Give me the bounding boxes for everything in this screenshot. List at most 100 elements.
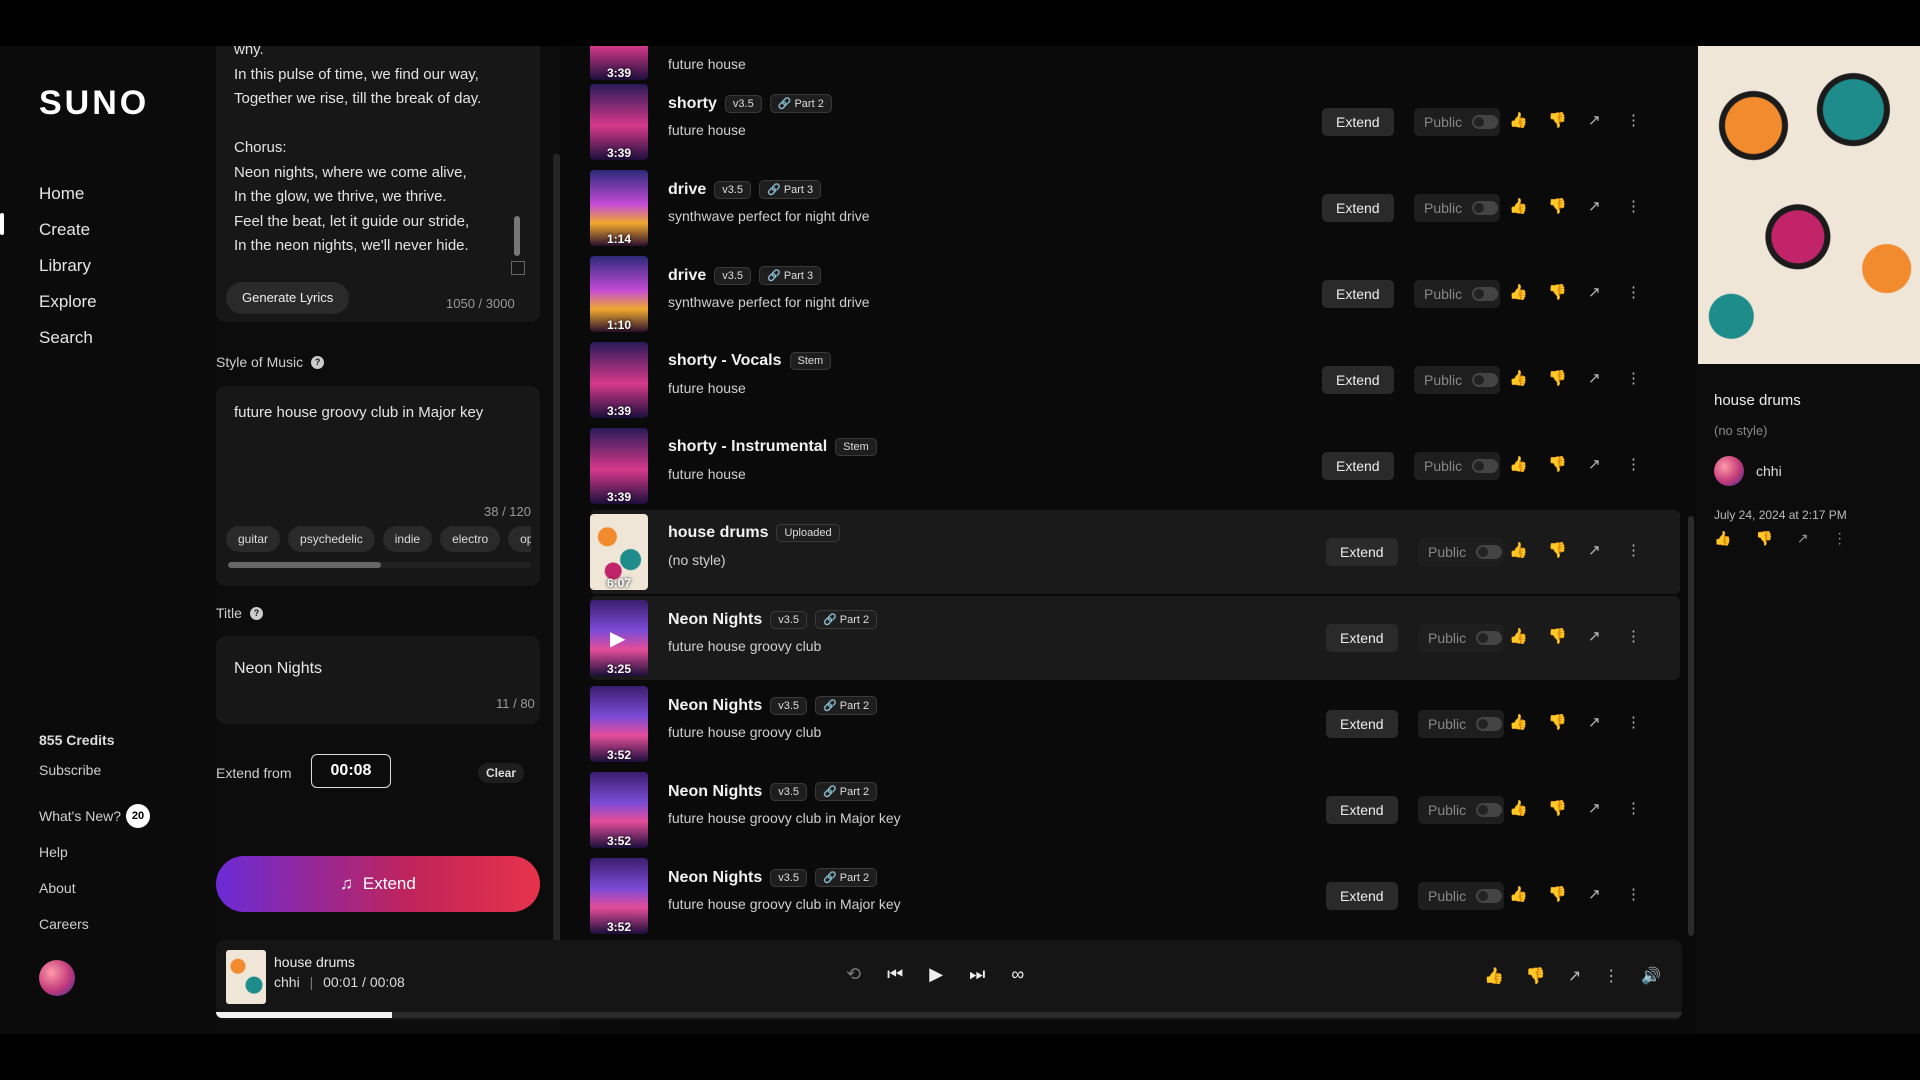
share-icon[interactable]: ↗ <box>1588 111 1601 129</box>
song-row[interactable]: 6:07 house drums Uploaded (no style) Extend P… <box>590 510 1680 594</box>
song-title[interactable]: Neon Nights <box>668 783 762 801</box>
toggle-switch[interactable] <box>1472 201 1499 215</box>
user-avatar[interactable] <box>39 960 75 996</box>
song-cover[interactable]: 3:52 <box>590 686 648 762</box>
song-cover[interactable]: 3:52 <box>590 858 648 934</box>
public-toggle[interactable]: Public <box>1418 882 1504 910</box>
style-tag[interactable]: guitar <box>226 526 281 552</box>
share-icon[interactable]: ↗ <box>1797 530 1809 547</box>
thumbs-up-icon[interactable]: 👍 <box>1509 885 1528 903</box>
public-toggle[interactable]: Public <box>1414 280 1500 308</box>
thumbs-down-icon[interactable]: 👎 <box>1548 369 1567 387</box>
song-row[interactable]: 3:39 shorty v3.5 🔗 Part 2 future house Extend… <box>590 80 1680 164</box>
thumbs-down-icon[interactable]: 👎 <box>1526 966 1546 986</box>
thumbs-down-icon[interactable]: 👎 <box>1548 283 1567 301</box>
more-options-icon[interactable]: ⋮ <box>1626 627 1641 645</box>
share-icon[interactable]: ↗ <box>1588 799 1601 817</box>
song-row[interactable]: 1:10 drive v3.5 🔗 Part 3 synthwave perfect f… <box>590 252 1680 336</box>
thumbs-down-icon[interactable]: 👎 <box>1548 197 1567 215</box>
thumbs-up-icon[interactable]: 👍 <box>1484 966 1504 986</box>
song-cover[interactable]: 3:39 <box>590 428 648 504</box>
next-icon[interactable]: ⏭ <box>969 964 985 985</box>
play-icon[interactable]: ▶ <box>610 626 625 651</box>
more-options-icon[interactable]: ⋮ <box>1626 799 1641 817</box>
public-toggle[interactable]: Public <box>1418 710 1504 738</box>
style-input[interactable]: future house groovy club in Major key <box>234 404 483 421</box>
subscribe-link[interactable]: Subscribe <box>39 752 150 788</box>
extend-button[interactable]: Extend <box>1326 538 1398 566</box>
title-input[interactable]: Neon Nights <box>234 660 322 678</box>
player-user[interactable]: chhi <box>274 974 300 990</box>
extend-button[interactable]: Extend <box>1326 882 1398 910</box>
thumbs-down-icon[interactable]: 👎 <box>1548 111 1567 129</box>
toggle-switch[interactable] <box>1476 717 1503 731</box>
thumbs-up-icon[interactable]: 👍 <box>1509 627 1528 645</box>
help-icon[interactable]: ? <box>249 606 263 620</box>
extend-button[interactable]: Extend <box>1322 366 1394 394</box>
toggle-switch[interactable] <box>1476 889 1503 903</box>
thumbs-up-icon[interactable]: 👍 <box>1509 799 1528 817</box>
style-tag[interactable]: op <box>508 526 531 552</box>
share-icon[interactable]: ↗ <box>1588 885 1601 903</box>
song-cover[interactable]: 6:07 <box>590 514 648 590</box>
resize-handle-icon[interactable] <box>511 261 525 275</box>
style-box[interactable]: future house groovy club in Major key 38… <box>216 386 540 586</box>
song-title[interactable]: shorty - Instrumental <box>668 438 827 456</box>
public-toggle[interactable]: Public <box>1414 194 1500 222</box>
nav-item-library[interactable]: Library <box>39 248 97 284</box>
toggle-switch[interactable] <box>1476 545 1503 559</box>
song-row[interactable]: 3:39 shorty - Vocals Stem future house Exten… <box>590 338 1680 422</box>
song-title[interactable]: Neon Nights <box>668 697 762 715</box>
lyrics-box[interactable]: why. In this pulse of time, we find our … <box>216 46 540 322</box>
song-row[interactable]: 1:14 drive v3.5 🔗 Part 3 synthwave perfect f… <box>590 166 1680 250</box>
thumbs-down-icon[interactable]: 👎 <box>1548 455 1567 473</box>
song-title[interactable]: Neon Nights <box>668 611 762 629</box>
song-row[interactable]: 3:52 Neon Nights v3.5 🔗 Part 2 future house … <box>590 854 1680 938</box>
thumbs-down-icon[interactable]: 👎 <box>1548 713 1567 731</box>
song-title[interactable]: drive <box>668 267 706 285</box>
song-title[interactable]: Neon Nights <box>668 869 762 887</box>
extend-submit-button[interactable]: ♫ Extend <box>216 856 540 912</box>
song-cover[interactable]: 3:39 <box>590 84 648 160</box>
song-row[interactable]: ▶ 3:25 Neon Nights v3.5 🔗 Part 2 future house… <box>590 596 1680 680</box>
song-cover[interactable]: 3:39 <box>590 342 648 418</box>
nav-item-explore[interactable]: Explore <box>39 284 97 320</box>
song-row[interactable]: 3:39 future house <box>590 46 1680 84</box>
share-icon[interactable]: ↗ <box>1588 283 1601 301</box>
careers-link[interactable]: Careers <box>39 906 150 942</box>
song-row[interactable]: 3:39 shorty - Instrumental Stem future hous… <box>590 424 1680 508</box>
more-options-icon[interactable]: ⋮ <box>1603 966 1619 986</box>
extend-button[interactable]: Extend <box>1322 108 1394 136</box>
play-icon[interactable]: ▶ <box>929 964 943 985</box>
song-title[interactable]: house drums <box>668 524 768 542</box>
nav-item-create[interactable]: Create <box>39 212 97 248</box>
public-toggle[interactable]: Public <box>1418 624 1504 652</box>
title-box[interactable]: Neon Nights 11 / 80 <box>216 636 540 724</box>
song-cover[interactable]: 3:52 <box>590 772 648 848</box>
song-title[interactable]: shorty - Vocals <box>668 352 782 370</box>
thumbs-down-icon[interactable]: 👎 <box>1755 530 1772 547</box>
share-icon[interactable]: ↗ <box>1588 541 1601 559</box>
thumbs-up-icon[interactable]: 👍 <box>1509 455 1528 473</box>
style-tag[interactable]: psychedelic <box>288 526 375 552</box>
clear-button[interactable]: Clear <box>478 763 525 783</box>
thumbs-down-icon[interactable]: 👎 <box>1548 627 1567 645</box>
thumbs-up-icon[interactable]: 👍 <box>1509 713 1528 731</box>
more-options-icon[interactable]: ⋮ <box>1626 111 1641 129</box>
more-options-icon[interactable]: ⋮ <box>1626 885 1641 903</box>
suno-logo[interactable]: SUNO <box>39 84 149 123</box>
song-cover[interactable]: 3:39 <box>590 46 648 80</box>
tags-scrollbar[interactable] <box>228 562 531 568</box>
about-link[interactable]: About <box>39 870 150 906</box>
toggle-switch[interactable] <box>1472 115 1499 129</box>
more-options-icon[interactable]: ⋮ <box>1626 197 1641 215</box>
toggle-switch[interactable] <box>1472 287 1499 301</box>
lyrics-textarea[interactable]: why. In this pulse of time, we find our … <box>234 46 519 259</box>
share-icon[interactable]: ↗ <box>1588 369 1601 387</box>
share-icon[interactable]: ↗ <box>1588 197 1601 215</box>
extend-button[interactable]: Extend <box>1322 452 1394 480</box>
help-icon[interactable]: ? <box>311 355 325 369</box>
whats-new-link[interactable]: What's New? 20 <box>39 798 151 834</box>
nav-item-home[interactable]: Home <box>39 176 97 212</box>
share-icon[interactable]: ↗ <box>1588 455 1601 473</box>
